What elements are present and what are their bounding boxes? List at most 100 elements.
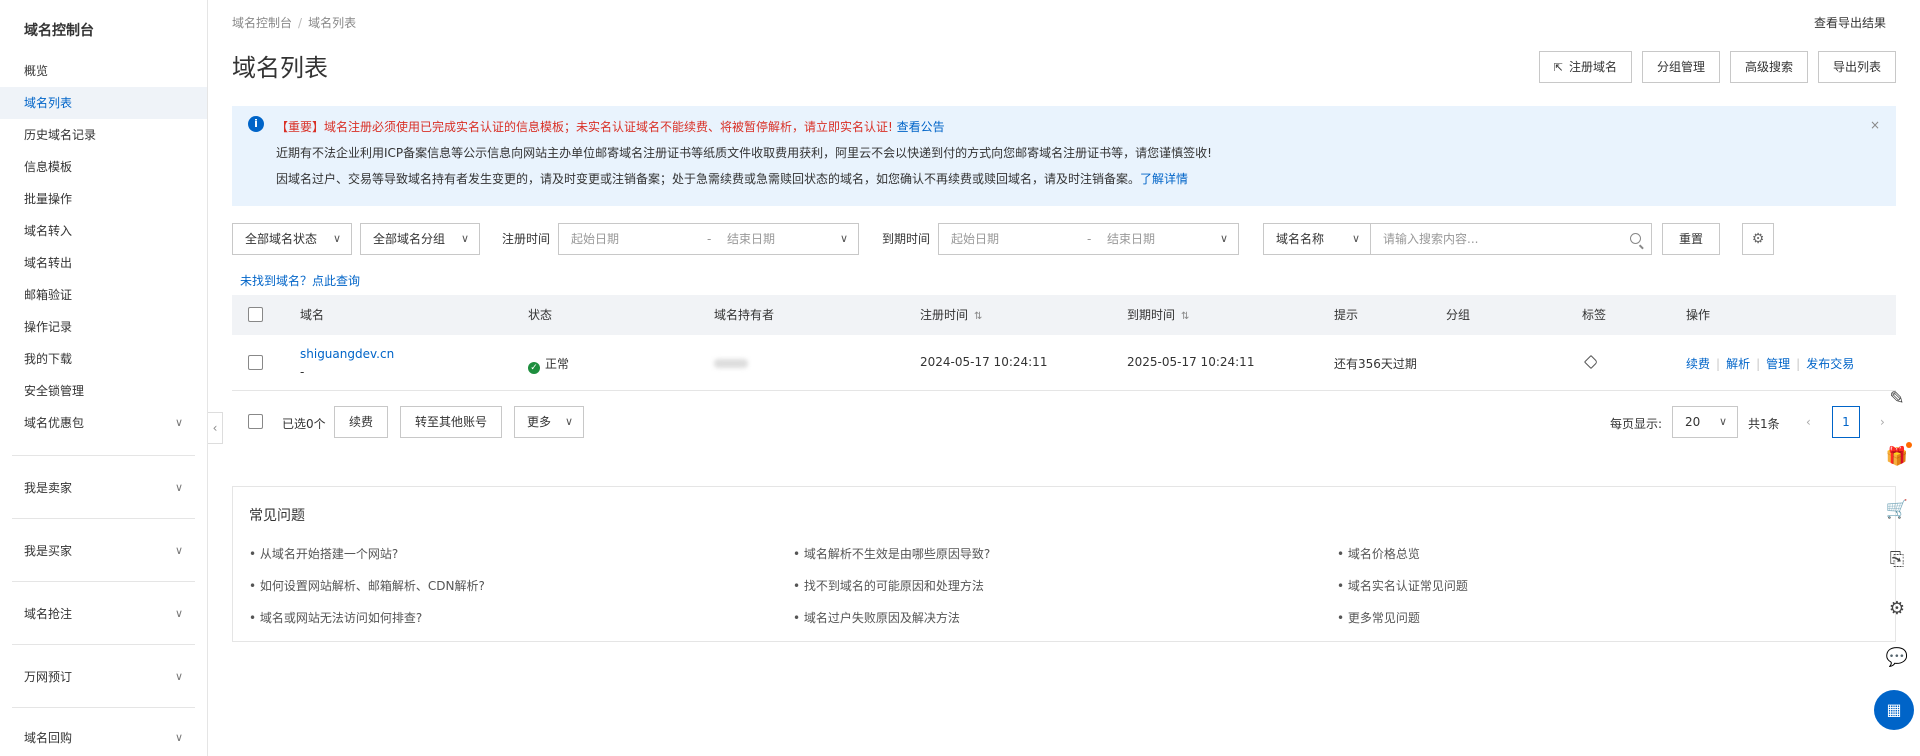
breadcrumb-current: 域名列表: [308, 16, 357, 30]
edit-icon[interactable]: ✎: [1881, 383, 1913, 415]
sidebar-item-templates[interactable]: 信息模板: [0, 151, 207, 183]
notification-dot: [1906, 442, 1912, 448]
sidebar-group-label: 域名回购: [24, 731, 73, 745]
transfer-account-button[interactable]: 转至其他账号: [400, 406, 503, 438]
sidebar-group-seller[interactable]: 我是卖家 ∨: [0, 468, 207, 508]
breadcrumb-root[interactable]: 域名控制台: [232, 16, 292, 30]
sidebar-item-email-verify[interactable]: 邮箱验证: [0, 279, 207, 311]
notice-announcement-link[interactable]: 查看公告: [897, 120, 945, 134]
export-result-link[interactable]: 查看导出结果: [1814, 14, 1886, 31]
search-icon[interactable]: [1630, 233, 1641, 244]
hint-value: 还有356天过期: [1334, 357, 1417, 371]
faq-item[interactable]: • 从域名开始搭建一个网站?: [249, 545, 398, 562]
sidebar-item-domain-list[interactable]: 域名列表: [0, 87, 207, 119]
bulk-renew-button[interactable]: 续费: [334, 406, 389, 438]
masked-value: [714, 359, 748, 368]
exp-time-label: 到期时间: [882, 232, 931, 246]
chevron-down-icon: ∨: [174, 481, 183, 494]
publish-trade-link[interactable]: 发布交易: [1806, 357, 1854, 371]
chevron-down-icon: ∨: [1718, 415, 1727, 428]
manage-link[interactable]: 管理: [1766, 357, 1790, 371]
faq-item[interactable]: • 域名解析不生效是由哪些原因导致?: [793, 545, 990, 562]
faq-title: 常见问题: [249, 508, 305, 524]
select-all-checkbox[interactable]: [248, 307, 263, 322]
apps-icon[interactable]: ▦: [1874, 690, 1914, 730]
faq-item[interactable]: • 更多常见问题: [1337, 609, 1420, 626]
group-manage-button[interactable]: 分组管理: [1641, 51, 1720, 83]
bulk-select-checkbox[interactable]: [248, 414, 263, 429]
sidebar-group-label: 万网预订: [24, 670, 73, 684]
col-group: 分组: [1446, 308, 1471, 322]
settings-icon[interactable]: ⚙: [1881, 593, 1913, 625]
sidebar-group-buyer[interactable]: 我是买家 ∨: [0, 531, 207, 571]
sidebar-group-preorder[interactable]: 万网预订 ∨: [0, 657, 207, 697]
tag-icon[interactable]: [1583, 354, 1599, 370]
row-checkbox[interactable]: [248, 355, 263, 370]
advanced-search-button[interactable]: 高级搜索: [1729, 51, 1808, 83]
register-domain-button[interactable]: ⇱ 注册域名: [1538, 51, 1632, 83]
cart-icon[interactable]: 🛒: [1881, 494, 1913, 526]
sort-icon[interactable]: ⇅: [974, 311, 982, 322]
record-icon[interactable]: ⎘: [1881, 544, 1913, 576]
faq-item[interactable]: • 如何设置网站解析、邮箱解析、CDN解析?: [249, 577, 485, 594]
sidebar-group-snatch[interactable]: 域名抢注 ∨: [0, 594, 207, 634]
sidebar-group-buyback[interactable]: 域名回购 ∨: [0, 718, 207, 756]
sidebar-item-batch[interactable]: 批量操作: [0, 183, 207, 215]
search-input[interactable]: 请输入搜索内容...: [1370, 223, 1652, 255]
notice-line-fraud: 近期有不法企业利用ICP备案信息等公示信息向网站主办单位邮寄域名注册证书等纸质文…: [276, 146, 1212, 160]
dns-link[interactable]: 解析: [1726, 357, 1750, 371]
sidebar-item-history[interactable]: 历史域名记录: [0, 119, 207, 151]
notice-learn-more-link[interactable]: 了解详情: [1140, 172, 1188, 186]
reg-time-value: 2024-05-17 10:24:11: [920, 355, 1048, 369]
info-icon: i: [248, 116, 264, 132]
prev-page-icon[interactable]: ‹: [1806, 406, 1811, 438]
reg-end-date-placeholder: 结束日期: [727, 232, 776, 246]
sidebar-item-security-lock[interactable]: 安全锁管理: [0, 375, 207, 407]
chevron-down-icon: ∨: [174, 731, 183, 744]
faq-item[interactable]: • 域名或网站无法访问如何排查?: [249, 609, 422, 626]
close-icon[interactable]: ×: [1870, 118, 1880, 132]
sidebar-item-downloads[interactable]: 我的下载: [0, 343, 207, 375]
faq-item[interactable]: • 找不到域名的可能原因和处理方法: [793, 577, 984, 594]
faq-item-text: 找不到域名的可能原因和处理方法: [803, 579, 984, 593]
sidebar-group-label: 我是卖家: [24, 481, 73, 495]
faq-item[interactable]: • 域名实名认证常见问题: [1337, 577, 1468, 594]
domain-group-select[interactable]: 全部域名分组 ∨: [360, 223, 480, 255]
sidebar-item-overview[interactable]: 概览: [0, 55, 207, 87]
domain-link[interactable]: shiguangdev.cn: [300, 347, 394, 361]
reg-start-date-placeholder: 起始日期: [571, 232, 620, 246]
col-reg-time[interactable]: 注册时间 ⇅: [920, 295, 982, 337]
col-exp-time[interactable]: 到期时间 ⇅: [1127, 295, 1189, 337]
table-row: shiguangdev.cn - ✓ 正常 2024-05-17 10:24:11…: [232, 335, 1896, 391]
faq-item[interactable]: • 域名过户失败原因及解决方法: [793, 609, 960, 626]
reg-time-label: 注册时间: [502, 232, 551, 246]
sidebar-item-op-log[interactable]: 操作记录: [0, 311, 207, 343]
domain-status-select[interactable]: 全部域名状态 ∨: [232, 223, 352, 255]
not-found-link[interactable]: 未找到域名？点此查询: [240, 272, 360, 289]
export-list-button[interactable]: 导出列表: [1817, 51, 1896, 83]
sidebar-item-transfer-out[interactable]: 域名转出: [0, 247, 207, 279]
search-field-select[interactable]: 域名名称 ∨: [1263, 223, 1371, 255]
page-number-current[interactable]: 1: [1832, 406, 1860, 438]
exp-time-range[interactable]: 起始日期 - 结束日期 ∨: [938, 223, 1239, 255]
more-actions-label: 更多: [527, 415, 552, 429]
reg-time-range[interactable]: 起始日期 - 结束日期 ∨: [558, 223, 859, 255]
faq-item[interactable]: • 域名价格总览: [1337, 545, 1420, 562]
col-hint: 提示: [1334, 308, 1359, 322]
exp-time-value: 2025-05-17 10:24:11: [1127, 355, 1255, 369]
sort-icon[interactable]: ⇅: [1181, 311, 1189, 322]
sidebar-collapse-button[interactable]: ‹: [208, 412, 223, 444]
gear-icon[interactable]: ⚙: [1742, 223, 1774, 255]
faq-item-text: 域名解析不生效是由哪些原因导致?: [803, 547, 991, 561]
chat-icon[interactable]: 💬: [1881, 642, 1913, 674]
chevron-down-icon: ∨: [332, 232, 341, 245]
sidebar-item-transfer-in[interactable]: 域名转入: [0, 215, 207, 247]
range-separator: -: [1087, 232, 1092, 246]
renew-link[interactable]: 续费: [1686, 357, 1710, 371]
more-actions-select[interactable]: 更多 ∨: [514, 406, 584, 438]
chevron-down-icon: ∨: [839, 232, 848, 245]
faq-item-text: 更多常见问题: [1347, 611, 1420, 625]
per-page-select[interactable]: 20 ∨: [1672, 406, 1738, 438]
sidebar-item-discount-pack[interactable]: 域名优惠包 ∨: [0, 407, 207, 439]
reset-button[interactable]: 重置: [1662, 223, 1720, 255]
